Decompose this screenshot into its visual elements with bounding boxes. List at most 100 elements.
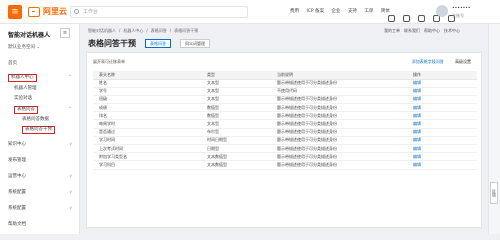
terminal-icon[interactable] bbox=[388, 15, 395, 22]
sidebar-item-label: 表格问答数据 bbox=[22, 117, 49, 122]
table-cell: 文本数值型 bbox=[201, 160, 271, 170]
table-cell: 布尔型 bbox=[201, 128, 271, 137]
edit-link[interactable]: 编辑 bbox=[407, 144, 477, 154]
sidebar-item-label: 首页 bbox=[8, 61, 17, 66]
avatar[interactable] bbox=[436, 5, 448, 17]
sidebar-item-label: 系统配置 bbox=[8, 190, 26, 195]
sidebar-title: 智能对话机器人 bbox=[8, 32, 51, 39]
top-link-fees[interactable]: 费用 bbox=[290, 9, 299, 14]
sidebar-item-knowledge[interactable]: 知识中心 v bbox=[8, 141, 74, 149]
sidebar-item-robot-center[interactable]: 机器人中心 ^ bbox=[8, 74, 74, 82]
workspace-select[interactable]: 默认业务空间 ⌄ bbox=[8, 44, 68, 52]
feedback-button[interactable]: 反馈 bbox=[490, 182, 498, 204]
edit-link[interactable]: 编辑 bbox=[407, 95, 477, 105]
sidebar-item-label: 运营中心 bbox=[8, 174, 26, 179]
sidebar-item-test-dialog[interactable]: 实验对话 bbox=[14, 95, 74, 103]
aliyun-logo-icon bbox=[28, 6, 40, 17]
link-my-ticket[interactable]: 我的工单 bbox=[384, 28, 400, 33]
sidebar-item-label: 系统配置 bbox=[8, 206, 26, 211]
table-row: 排名 数值型 题示带描述使用于可分类描述身份 编辑 bbox=[93, 111, 477, 121]
search-input[interactable]: 工作台 bbox=[70, 6, 248, 18]
sidebar-item-release[interactable]: 发布管理 bbox=[8, 157, 74, 165]
sidebar-item-config[interactable]: 系统配置 v bbox=[8, 189, 74, 197]
edit-link[interactable]: 编辑 bbox=[407, 103, 477, 113]
edit-link[interactable]: 编辑 bbox=[407, 111, 477, 121]
search-placeholder: 工作台 bbox=[83, 9, 99, 15]
user-name: ••••••• bbox=[452, 6, 471, 11]
breadcrumb-item[interactable]: 机器人中心 bbox=[123, 28, 143, 33]
table-cell: 文本型 bbox=[201, 119, 271, 129]
table-cell: 附加学习类型名 bbox=[93, 152, 201, 162]
cart-icon[interactable] bbox=[418, 15, 425, 22]
edit-link[interactable]: 编辑 bbox=[407, 160, 477, 170]
breadcrumb-item[interactable]: 表格问答 bbox=[151, 28, 167, 33]
add-qa-link[interactable]: 添加表格字段问答 bbox=[412, 59, 444, 64]
sidebar-collapse-button[interactable]: ≡ bbox=[60, 28, 70, 38]
edit-link[interactable]: 编辑 bbox=[407, 152, 477, 162]
breadcrumb-sep: / bbox=[119, 28, 121, 33]
edit-link[interactable]: 编辑 bbox=[407, 128, 477, 137]
table-cell: 学号 bbox=[93, 87, 201, 96]
sidebar-item-table-qa[interactable]: 表格问答 ^ bbox=[14, 106, 74, 114]
table-cell: 题示带描述使用于可分类描述身份 bbox=[271, 160, 407, 170]
top-link-enterprise[interactable]: 企业 bbox=[332, 9, 341, 14]
col-header-type: 类型 bbox=[201, 71, 271, 80]
table-cell: 班级 bbox=[93, 95, 201, 105]
table-cell: 成绩 bbox=[93, 103, 201, 113]
table-cell: 数值型 bbox=[201, 111, 271, 121]
top-bar: ≡ 阿里云 工作台 费用 ICP 备案 企业 支持 工单 简体 ••••••• … bbox=[0, 0, 500, 24]
link-tech-center[interactable]: 技术中心 bbox=[444, 28, 460, 33]
table-cell: 文本型 bbox=[201, 95, 271, 105]
user-sub: 主账号 bbox=[452, 13, 464, 18]
page-title: 表格问答干预 bbox=[88, 39, 136, 48]
sidebar: 智能对话机器人 ≡ 默认业务空间 ⌄ 首页 机器人中心 ^ 机器人管理 实验对话 … bbox=[0, 24, 80, 234]
top-link-ticket[interactable]: 工单 bbox=[364, 9, 373, 14]
table-cell: 每周学时 bbox=[93, 119, 201, 129]
user-info[interactable]: ••••••• 主账号 bbox=[452, 5, 471, 19]
tab-table-qa[interactable]: 表格问答 bbox=[145, 39, 171, 48]
breadcrumb-item[interactable]: 智能对话机器人 bbox=[88, 28, 116, 33]
tab-synonyms[interactable]: 同义词管理 bbox=[180, 39, 210, 48]
breadcrumb-item: 表格问答干预 bbox=[174, 28, 199, 33]
table-cell: 时间日期型 bbox=[201, 136, 271, 146]
table-cell: 排名 bbox=[93, 111, 201, 121]
table-cell: 题示带描述使用于可分类描述身份 bbox=[271, 128, 407, 137]
sidebar-item-operations[interactable]: 运营中心 v bbox=[8, 173, 74, 181]
menu-icon[interactable]: ≡ bbox=[8, 5, 22, 19]
sidebar-item-table-qa-data[interactable]: 表格问答数据 bbox=[22, 116, 74, 124]
chevron-down-icon: v bbox=[69, 206, 72, 211]
top-link-support[interactable]: 支持 bbox=[348, 9, 357, 14]
table-row: 班级 文本型 题示带描述使用于可分类描述身份 编辑 bbox=[93, 95, 477, 105]
table-cell: 是否通过 bbox=[93, 128, 201, 137]
field-table: 表头名称 类型 当前说明 操作 姓名 文本型 题示带描述使用于可分类描述身份 编辑 学号… bbox=[93, 71, 477, 170]
edit-link[interactable]: 编辑 bbox=[407, 79, 477, 88]
search-icon bbox=[74, 9, 79, 14]
top-links: 费用 ICP 备案 企业 支持 工单 简体 bbox=[290, 8, 396, 14]
logo-text: 阿里云 bbox=[43, 7, 67, 16]
sidebar-item-help-doc[interactable]: 帮助文档 bbox=[8, 221, 74, 229]
sidebar-item-config-2[interactable]: 系统配置 v bbox=[8, 205, 74, 213]
edit-link[interactable]: 编辑 bbox=[407, 136, 477, 146]
sidebar-item-robot-manage[interactable]: 机器人管理 bbox=[14, 85, 74, 93]
sidebar-item-label: 表格问答干预 bbox=[22, 126, 55, 134]
chevron-up-icon: ^ bbox=[68, 75, 72, 80]
link-contact[interactable]: 联系我们 bbox=[404, 28, 420, 33]
edit-link[interactable]: 编辑 bbox=[407, 87, 477, 96]
table-cell: 学习科目 bbox=[93, 160, 201, 170]
bell-icon[interactable] bbox=[403, 15, 410, 22]
edit-link[interactable]: 编辑 bbox=[407, 119, 477, 129]
link-help-center[interactable]: 帮助中心 bbox=[424, 28, 440, 33]
table-row: 上次考试时间 日期型 题示带描述使用于可分类描述身份 编辑 bbox=[93, 144, 477, 154]
table-cell: 题示带描述使用于可分类描述身份 bbox=[271, 111, 407, 121]
sidebar-item-label: 知识中心 bbox=[8, 142, 26, 147]
sidebar-item-label: 发布管理 bbox=[8, 158, 26, 163]
advanced-settings-link[interactable]: 高级设置 bbox=[455, 59, 471, 64]
top-link-icp[interactable]: ICP 备案 bbox=[306, 9, 324, 14]
logo[interactable]: 阿里云 bbox=[28, 6, 67, 18]
panel-links: 添加表格字段问答 高级设置 bbox=[402, 59, 471, 65]
chevron-down-icon: v bbox=[69, 174, 72, 179]
main-panel: 展开表可迁移表单 添加表格字段问答 高级设置 表头名称 类型 当前说明 操作 姓… bbox=[86, 52, 482, 228]
table-cell: 日期型 bbox=[201, 144, 271, 154]
sidebar-item-home[interactable]: 首页 bbox=[8, 60, 74, 68]
sidebar-item-table-qa-intervene[interactable]: 表格问答干预 bbox=[22, 126, 74, 134]
